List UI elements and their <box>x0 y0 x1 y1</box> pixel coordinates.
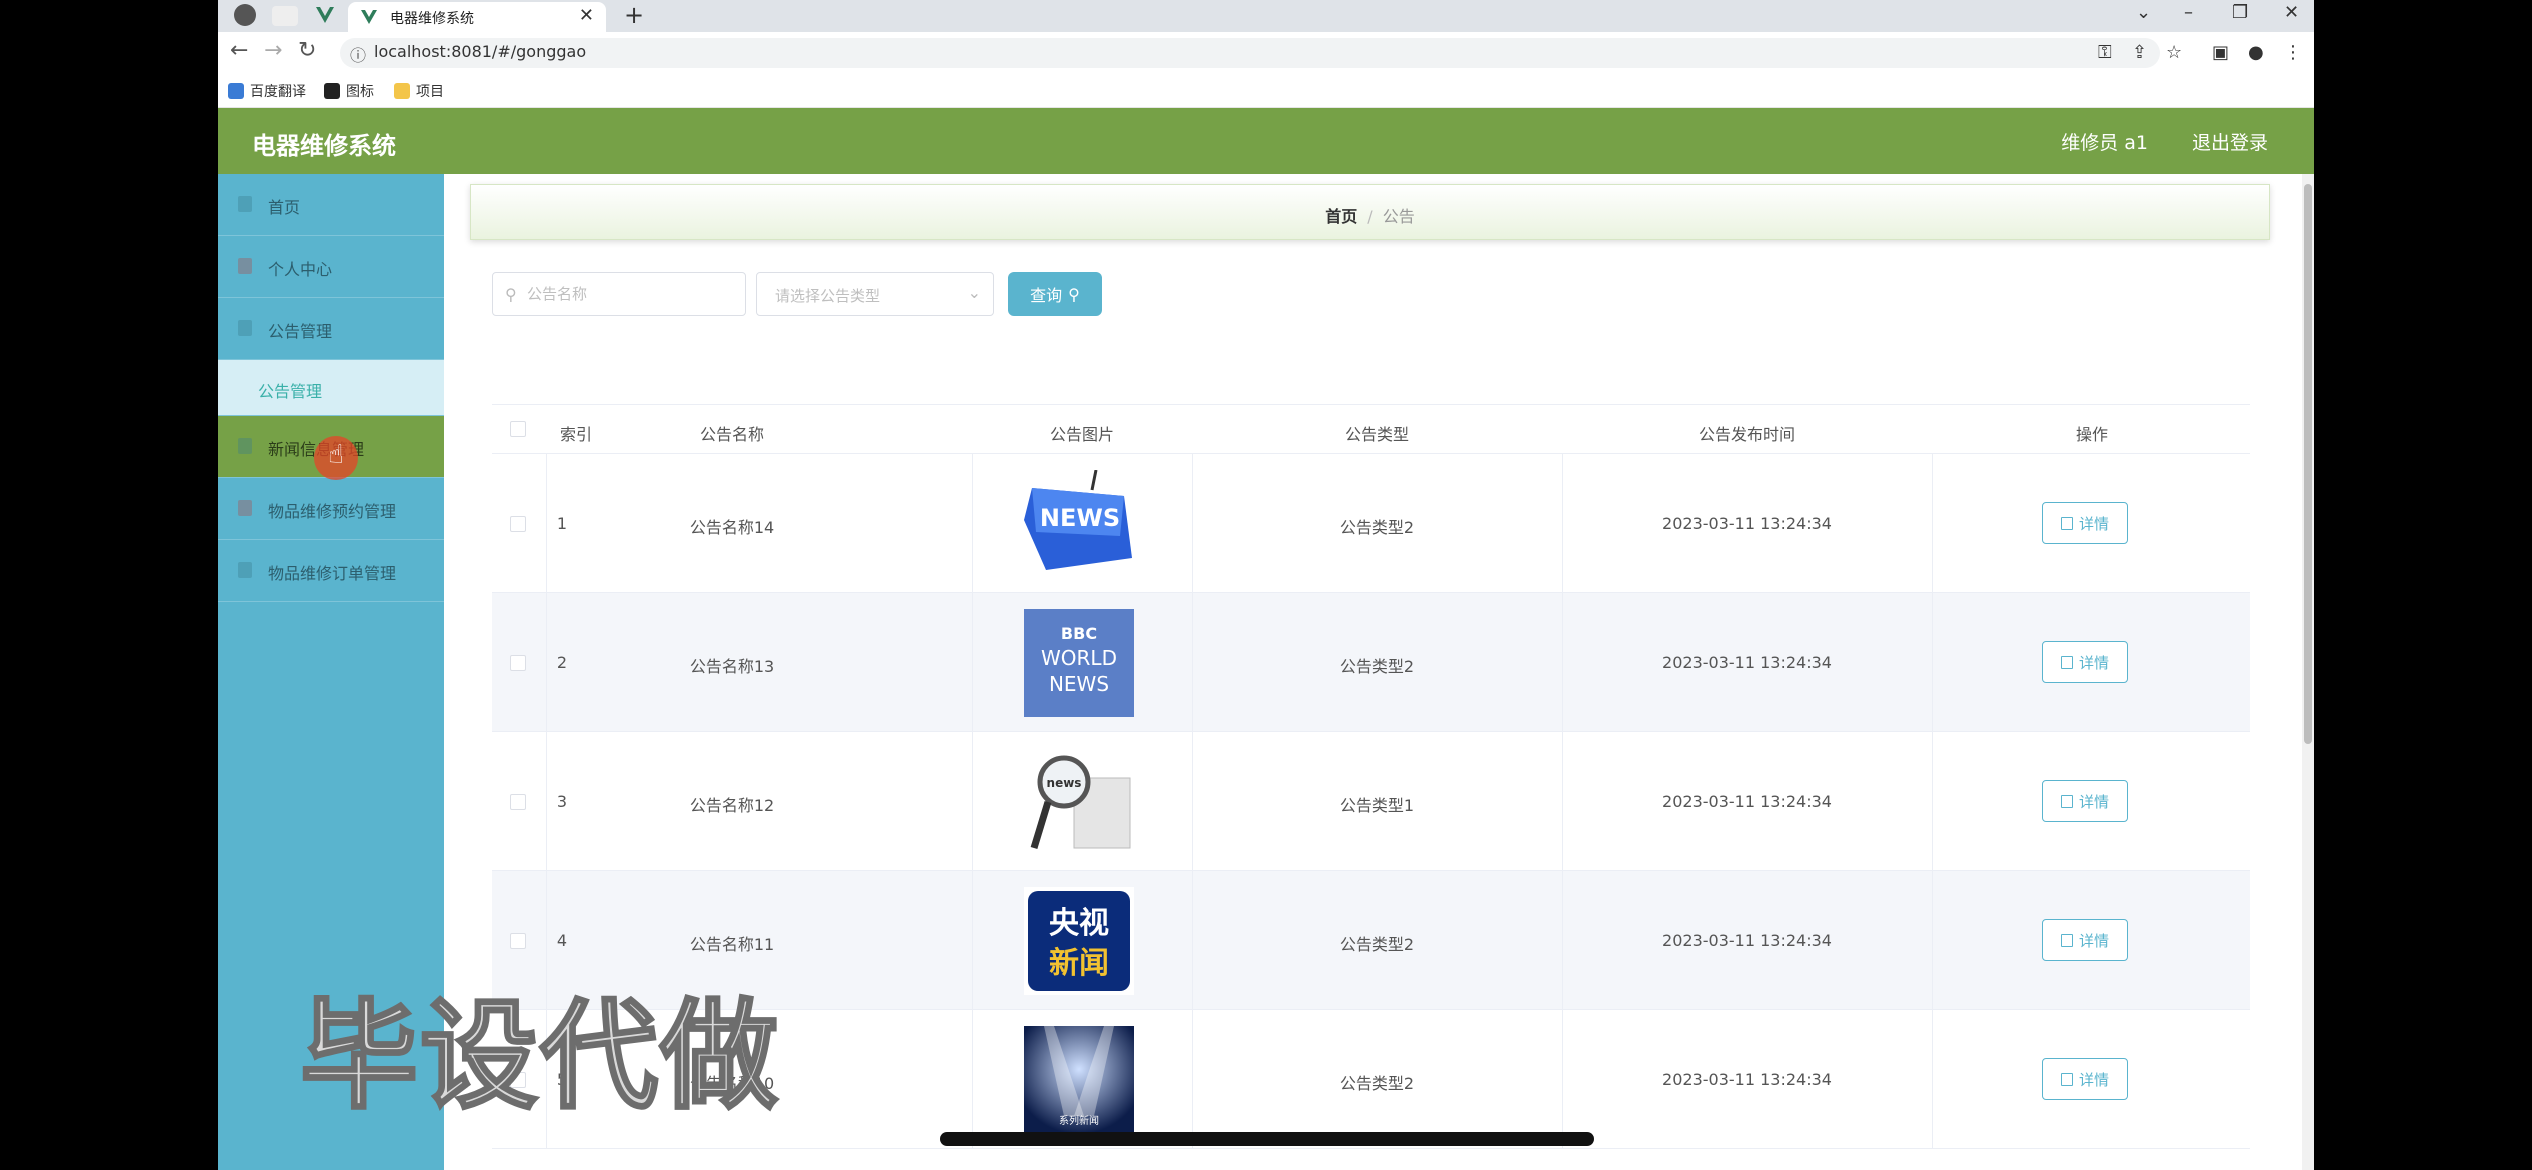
home-icon <box>238 196 252 212</box>
back-icon[interactable]: ← <box>230 38 248 63</box>
folder-icon <box>394 83 410 99</box>
row-checkbox[interactable] <box>510 516 526 532</box>
document-icon <box>2060 794 2073 808</box>
sidebar-item-repair-order[interactable]: 物品维修订单管理 <box>218 540 444 602</box>
page-scrollbar[interactable] <box>2302 174 2314 1170</box>
bookmark-baidu-translate[interactable]: 百度翻译 <box>228 81 306 101</box>
table-row: 3 公告名称12 news 公告类型1 2023-03-11 13:24:34 … <box>492 732 2250 871</box>
detail-button[interactable]: 详情 <box>2042 641 2128 683</box>
search-icon: ⚲ <box>505 285 517 304</box>
announcement-name-search[interactable]: ⚲ <box>492 272 746 316</box>
news-icon <box>238 438 252 454</box>
query-button[interactable]: 查询 ⚲ <box>1008 272 1102 316</box>
scrollbar-thumb[interactable] <box>2304 184 2312 744</box>
bookmark-project[interactable]: 项目 <box>394 81 444 101</box>
image-icon <box>324 83 340 99</box>
translate-icon <box>228 83 244 99</box>
svg-text:NEWS: NEWS <box>1040 504 1120 532</box>
active-tab[interactable]: 电器维修系统 ✕ <box>348 2 606 32</box>
user-icon <box>238 258 252 274</box>
news-keyboard-image: NEWS <box>1024 470 1134 578</box>
sidebar-item-home[interactable]: 首页 <box>218 174 444 236</box>
bookmarks-bar: 百度翻译 图标 项目 <box>218 72 2314 108</box>
row-checkbox[interactable] <box>510 655 526 671</box>
chevron-down-icon[interactable]: ⌄ <box>2136 2 2151 23</box>
detail-button[interactable]: 详情 <box>2042 502 2128 544</box>
browser-icon[interactable] <box>234 4 256 26</box>
stage-lights-image: 系列新闻 <box>1024 1026 1134 1134</box>
detail-button[interactable]: 详情 <box>2042 780 2128 822</box>
url-field[interactable]: ⓘ localhost:8081/#/gonggao <box>340 38 2160 68</box>
announcement-type-select[interactable]: 请选择公告类型 ⌄ <box>756 272 994 316</box>
detail-button[interactable]: 详情 <box>2042 919 2128 961</box>
breadcrumb: 首页 / 公告 <box>470 184 2270 240</box>
svg-text:新闻: 新闻 <box>1049 946 1109 981</box>
pinned-tab-icon[interactable] <box>272 6 298 26</box>
select-all-checkbox[interactable] <box>510 421 526 437</box>
close-window-icon[interactable]: ✕ <box>2284 2 2299 23</box>
sidepanel-icon[interactable]: ▣ <box>2212 42 2229 63</box>
search-icon: ⚲ <box>1068 284 1080 304</box>
announcement-name-input[interactable] <box>527 281 727 307</box>
row-checkbox[interactable] <box>510 794 526 810</box>
detail-button[interactable]: 详情 <box>2042 1058 2128 1100</box>
cctv-news-image: 央视 新闻 <box>1024 887 1134 995</box>
minimize-icon[interactable]: – <box>2184 2 2193 23</box>
document-icon <box>2060 1072 2073 1086</box>
tab-bar: 电器维修系统 ✕ + ⌄ – ❐ ✕ <box>218 0 2314 32</box>
svg-text:news: news <box>1047 776 1082 790</box>
order-icon <box>238 562 252 578</box>
forward-icon[interactable]: → <box>264 38 282 63</box>
breadcrumb-current: 公告 <box>1382 207 1415 226</box>
address-bar: ← → ↻ ⓘ localhost:8081/#/gonggao ⚿ ⇪ ☆ ▣… <box>218 32 2314 72</box>
svg-text:系列新闻: 系列新闻 <box>1059 1114 1099 1127</box>
bookmark-icons[interactable]: 图标 <box>324 81 374 101</box>
sidebar-item-announcement-management[interactable]: 公告管理 <box>218 298 444 360</box>
hand-cursor-icon: ☝ <box>328 440 344 470</box>
sidebar-item-repair-appointment[interactable]: 物品维修预约管理 <box>218 478 444 540</box>
app-header: 电器维修系统 维修员 a1 退出登录 <box>218 108 2314 174</box>
vue-icon <box>361 10 377 24</box>
vue-tab-icon[interactable] <box>314 4 336 26</box>
document-icon <box>2060 516 2073 530</box>
sidebar-item-personal-center[interactable]: 个人中心 <box>218 236 444 298</box>
bbc-world-news-image: BBC WORLD NEWS <box>1024 609 1134 717</box>
table-header: 索引 公告名称 公告图片 公告类型 公告发布时间 操作 <box>492 404 2250 454</box>
url-text: localhost:8081/#/gonggao <box>374 42 587 61</box>
magnifier-news-image: news <box>1024 748 1134 856</box>
star-icon[interactable]: ☆ <box>2166 42 2182 63</box>
logout-link[interactable]: 退出登录 <box>2192 128 2268 155</box>
notice-icon <box>238 320 252 336</box>
watermark: 毕设代做 <box>298 986 781 1127</box>
close-tab-icon[interactable]: ✕ <box>579 5 594 26</box>
menu-icon[interactable]: ⋮ <box>2284 42 2302 63</box>
table-row: 1 公告名称14 NEWS 公告类型2 2023-03-11 13:24:34 … <box>492 454 2250 593</box>
reload-icon[interactable]: ↻ <box>298 38 316 63</box>
restore-icon[interactable]: ❐ <box>2232 2 2248 23</box>
tab-title: 电器维修系统 <box>390 11 474 27</box>
svg-text:央视: 央视 <box>1049 906 1109 941</box>
svg-text:NEWS: NEWS <box>1049 672 1109 696</box>
document-icon <box>2060 933 2073 947</box>
chevron-down-icon: ⌄ <box>967 283 981 302</box>
breadcrumb-home[interactable]: 首页 <box>1325 207 1357 226</box>
new-tab-icon[interactable]: + <box>624 1 644 29</box>
table-row: 2 公告名称13 BBC WORLD NEWS 公告类型2 2023-03-11… <box>492 593 2250 732</box>
info-icon[interactable]: ⓘ <box>350 42 366 66</box>
appointment-icon <box>238 500 252 516</box>
svg-text:WORLD: WORLD <box>1041 646 1117 670</box>
sidebar-item-news-management[interactable]: 新闻信息管理 ☝ <box>218 416 444 480</box>
sidebar-subitem-announcement[interactable]: 公告管理 <box>218 360 444 416</box>
share-icon[interactable]: ⇪ <box>2132 42 2147 63</box>
document-icon <box>2060 655 2073 669</box>
profile-icon[interactable]: ● <box>2248 42 2264 63</box>
app-title: 电器维修系统 <box>252 132 396 160</box>
row-checkbox[interactable] <box>510 933 526 949</box>
home-indicator <box>940 1132 1594 1146</box>
key-icon[interactable]: ⚿ <box>2098 42 2112 63</box>
svg-text:BBC: BBC <box>1061 624 1097 643</box>
current-user: 维修员 a1 <box>2061 132 2148 154</box>
